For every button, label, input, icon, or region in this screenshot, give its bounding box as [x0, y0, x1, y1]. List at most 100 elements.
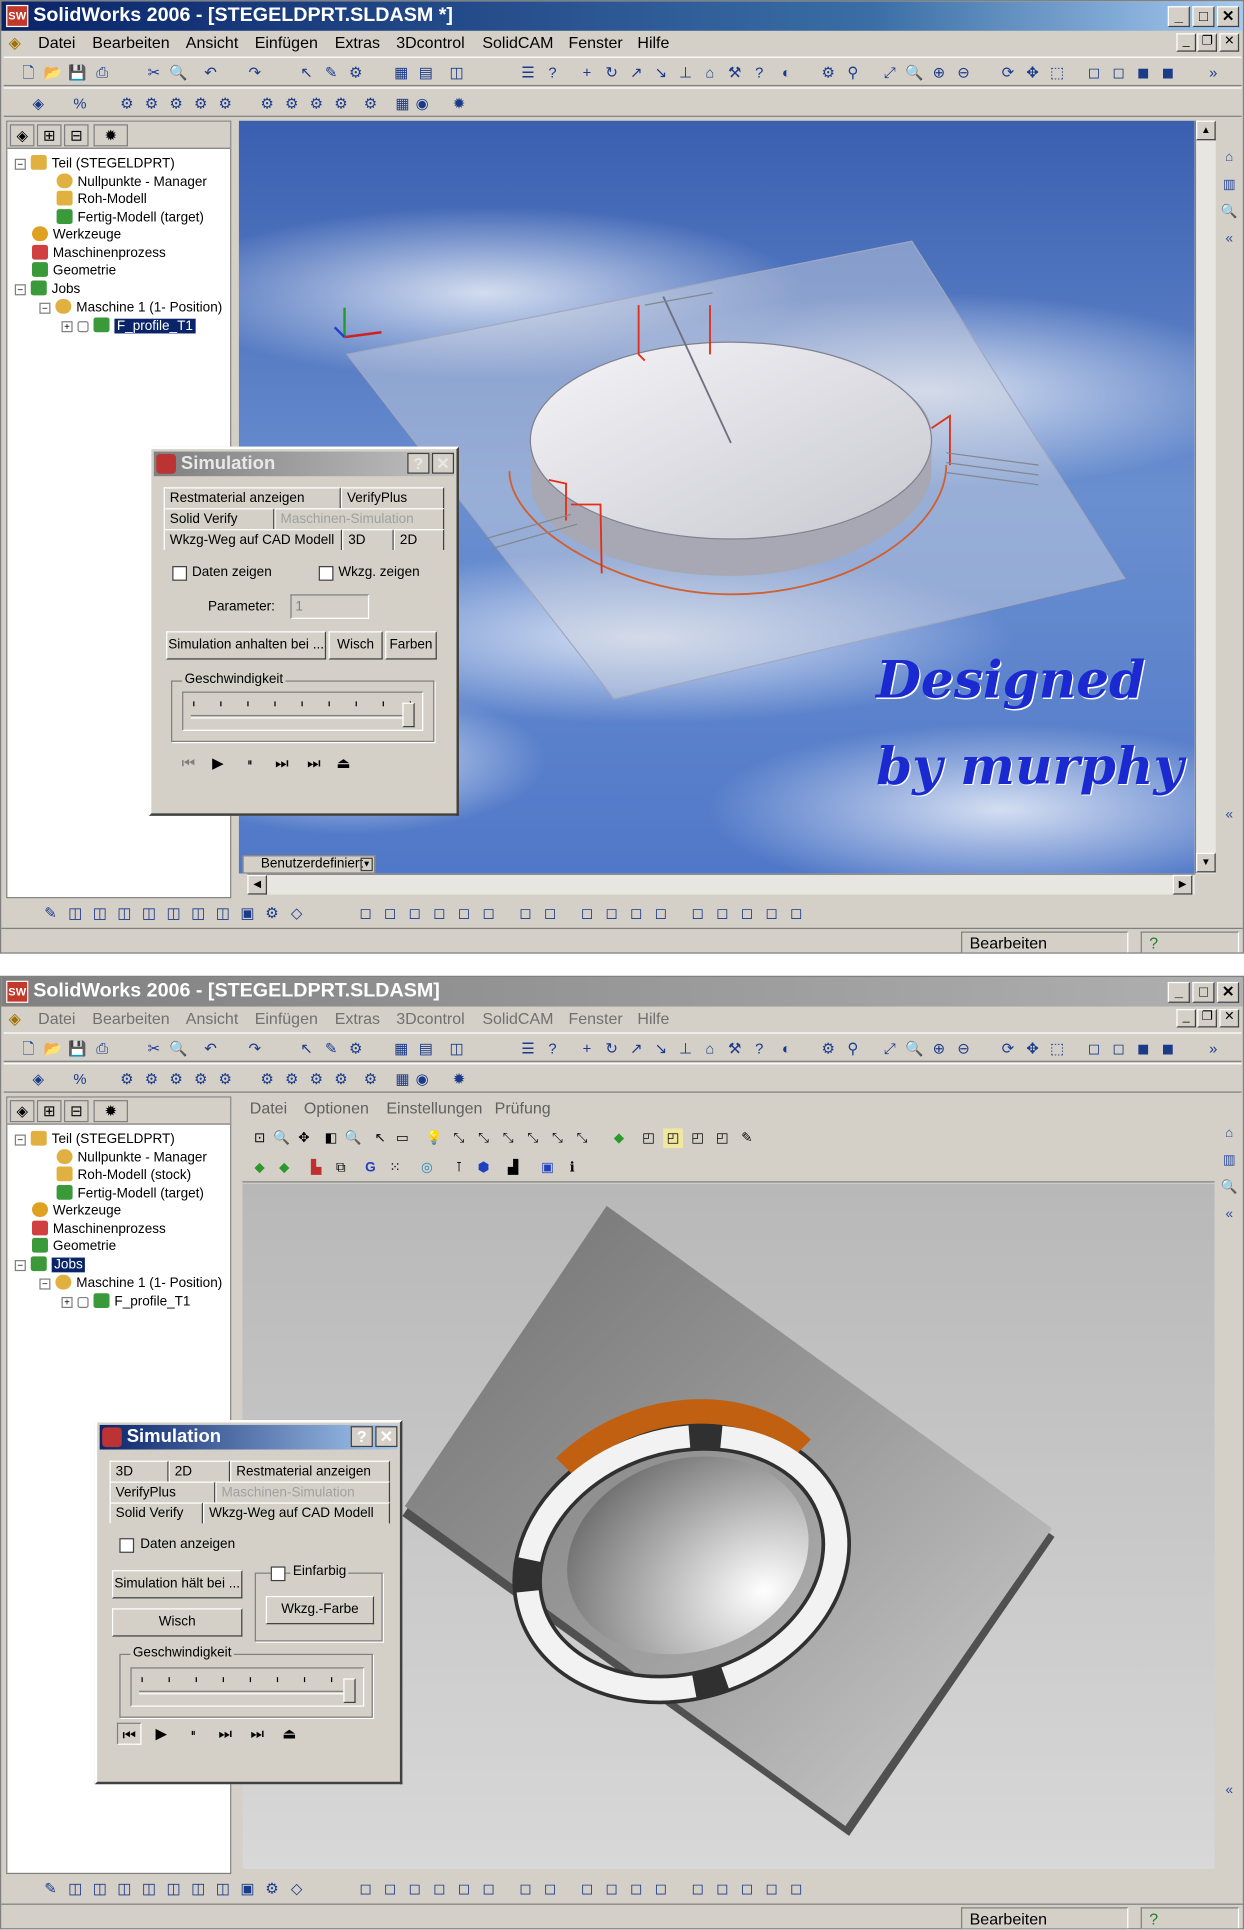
shield-icon[interactable]: ⬢: [474, 1158, 494, 1178]
tab-verifyplus[interactable]: VerifyPlus: [340, 487, 445, 509]
maximize-button[interactable]: □: [1192, 981, 1215, 1003]
cam-tool2-icon[interactable]: ⚙: [142, 94, 162, 114]
play-icon[interactable]: ▶: [205, 752, 230, 774]
save-icon[interactable]: 💾: [68, 63, 88, 83]
feature-tool-icon[interactable]: ◻: [429, 903, 449, 923]
view-orient-icon[interactable]: ⬚: [1047, 63, 1067, 83]
tool-icon[interactable]: ⚒: [725, 1039, 745, 1059]
help-icon[interactable]: ?: [1140, 1907, 1240, 1929]
feature-tool-icon[interactable]: ◻: [688, 1879, 708, 1899]
cam-tool6-icon[interactable]: ⚙: [257, 1069, 277, 1089]
verify-menu-einstellungen[interactable]: Einstellungen: [386, 1096, 482, 1121]
slider-thumb[interactable]: [402, 702, 415, 728]
slider-thumb[interactable]: [343, 1678, 356, 1704]
feature-tool-icon[interactable]: ◫: [139, 903, 159, 923]
mate-icon[interactable]: ⚲: [843, 63, 863, 83]
cam-tool5-icon[interactable]: ⚙: [215, 94, 235, 114]
tab-verifyplus[interactable]: VerifyPlus: [109, 1481, 216, 1503]
tab-restmaterial[interactable]: Restmaterial anzeigen: [163, 487, 341, 509]
measure-icon[interactable]: ⊥: [676, 1039, 696, 1059]
feature-tool-icon[interactable]: ◻: [429, 1879, 449, 1899]
cam-green-icon[interactable]: ◉: [412, 94, 432, 114]
cam-tool1-icon[interactable]: ⚙: [117, 1069, 137, 1089]
feature-tool-icon[interactable]: ◻: [540, 1879, 560, 1899]
scroll-up-button[interactable]: ▲: [1196, 120, 1216, 141]
zoom-area-icon[interactable]: ⊕: [929, 1039, 949, 1059]
info-icon[interactable]: ℹ: [562, 1158, 582, 1178]
tree-node-jobs[interactable]: − Jobs: [14, 280, 81, 298]
rotate-icon[interactable]: ↻: [602, 63, 622, 83]
einfarbig-checkbox[interactable]: [270, 1566, 286, 1582]
sketch-tool-icon[interactable]: ✎: [41, 903, 61, 923]
shape-icon[interactable]: ⌂: [700, 1039, 720, 1059]
search-icon[interactable]: 🔍: [1219, 202, 1239, 222]
dialog-title-bar[interactable]: Simulation ? ✕: [99, 1424, 398, 1450]
green-cube-icon[interactable]: ◆: [274, 1158, 294, 1178]
menu-bearbeiten[interactable]: Bearbeiten: [92, 31, 169, 56]
cam-tool4-icon[interactable]: ⚙: [191, 94, 211, 114]
point-icon[interactable]: +: [577, 63, 597, 83]
minimize-button[interactable]: _: [1167, 6, 1190, 28]
undo-icon[interactable]: ↶: [201, 1039, 221, 1059]
daten-anzeigen-checkbox[interactable]: [119, 1538, 135, 1553]
tree-node-jobs[interactable]: − Jobs: [14, 1256, 86, 1273]
axis-view-icon[interactable]: ⤡: [548, 1128, 568, 1148]
vertical-scrollbar[interactable]: ▲ ▼: [1194, 120, 1216, 874]
title-bar[interactable]: SW SolidWorks 2006 - [STEGELDPRT.SLDASM]…: [1, 977, 1243, 1007]
feature-tool-icon[interactable]: ◫: [164, 1879, 184, 1899]
feature-tool-icon[interactable]: ◇: [287, 903, 307, 923]
wireframe-icon[interactable]: ◻: [1084, 63, 1104, 83]
scroll-left-button[interactable]: ◀: [247, 874, 268, 895]
sketch-icon[interactable]: ✎: [321, 1039, 341, 1059]
cam-tool9-icon[interactable]: ⚙: [331, 94, 351, 114]
mdi-restore-button[interactable]: ❐: [1197, 33, 1217, 52]
tree-node-part[interactable]: − Teil (STEGELDPRT): [14, 1130, 175, 1148]
collapse-icon[interactable]: −: [39, 302, 51, 314]
dialog-help-button[interactable]: ?: [350, 1426, 373, 1448]
zoom-fit-icon[interactable]: ⤢: [880, 63, 900, 83]
to-end-icon[interactable]: ⏭: [301, 752, 326, 774]
zoom-in-icon[interactable]: 🔍: [904, 1039, 924, 1059]
mdi-minimize-button[interactable]: _: [1176, 1009, 1197, 1028]
options-icon[interactable]: ☰: [518, 1039, 538, 1059]
eject-icon[interactable]: ⏏: [277, 1723, 302, 1745]
feature-tool-icon[interactable]: ◫: [213, 1879, 233, 1899]
simulation-anhalten-button[interactable]: Simulation anhalten bei ...: [166, 631, 327, 660]
library-icon[interactable]: ▥: [1219, 175, 1239, 195]
feature-tool-icon[interactable]: ◻: [762, 903, 782, 923]
horizontal-scrollbar[interactable]: ◀ ▶: [247, 873, 1195, 895]
feature-tool-icon[interactable]: ◻: [602, 903, 622, 923]
minimize-button[interactable]: _: [1167, 981, 1190, 1003]
gear2-icon[interactable]: ⚙: [818, 1039, 838, 1059]
feature-tool-icon[interactable]: ◻: [356, 903, 376, 923]
feature-tool-icon[interactable]: ◻: [454, 1879, 474, 1899]
expand-icon[interactable]: +: [61, 321, 73, 333]
feature-tool-icon[interactable]: ◻: [405, 1879, 425, 1899]
arrow2-icon[interactable]: ↘: [651, 63, 671, 83]
display-mode-icon[interactable]: ◰: [663, 1128, 683, 1149]
zoom-out-icon[interactable]: ⊖: [954, 63, 974, 83]
section-icon[interactable]: ◧: [321, 1128, 341, 1148]
feature-tool-icon[interactable]: ◻: [479, 1879, 499, 1899]
mdi-minimize-button[interactable]: _: [1176, 33, 1197, 52]
rotate-view-icon[interactable]: ⟳: [998, 1039, 1018, 1059]
shape-icon[interactable]: ⌂: [700, 63, 720, 83]
tree-node-fertig[interactable]: Fertig-Modell (target): [56, 209, 204, 226]
verify-menu-optionen[interactable]: Optionen: [304, 1096, 369, 1121]
tree-node-maschine[interactable]: − Maschine 1 (1- Position): [39, 1274, 222, 1292]
menu-3dcontrol[interactable]: 3Dcontrol: [396, 1007, 464, 1032]
feature-tool-icon[interactable]: ◻: [786, 903, 806, 923]
help-icon[interactable]: ?: [543, 1039, 563, 1059]
tree-node-werkzeuge[interactable]: Werkzeuge: [31, 1202, 121, 1219]
percent-icon[interactable]: %: [70, 94, 90, 114]
feature-tool-icon[interactable]: ◫: [65, 1879, 85, 1899]
zoom-out-icon[interactable]: ⊖: [954, 1039, 974, 1059]
doc-icon[interactable]: ◈: [9, 31, 21, 56]
feature-tool-icon[interactable]: ▣: [237, 903, 257, 923]
feature-tool-icon[interactable]: ◫: [139, 1879, 159, 1899]
menu-fenster[interactable]: Fenster: [568, 1007, 622, 1032]
display-icon[interactable]: ▣: [538, 1158, 558, 1178]
collapse-icon[interactable]: −: [14, 284, 26, 296]
arrow-icon[interactable]: ↗: [626, 63, 646, 83]
feature-tool-icon[interactable]: ◫: [90, 1879, 110, 1899]
